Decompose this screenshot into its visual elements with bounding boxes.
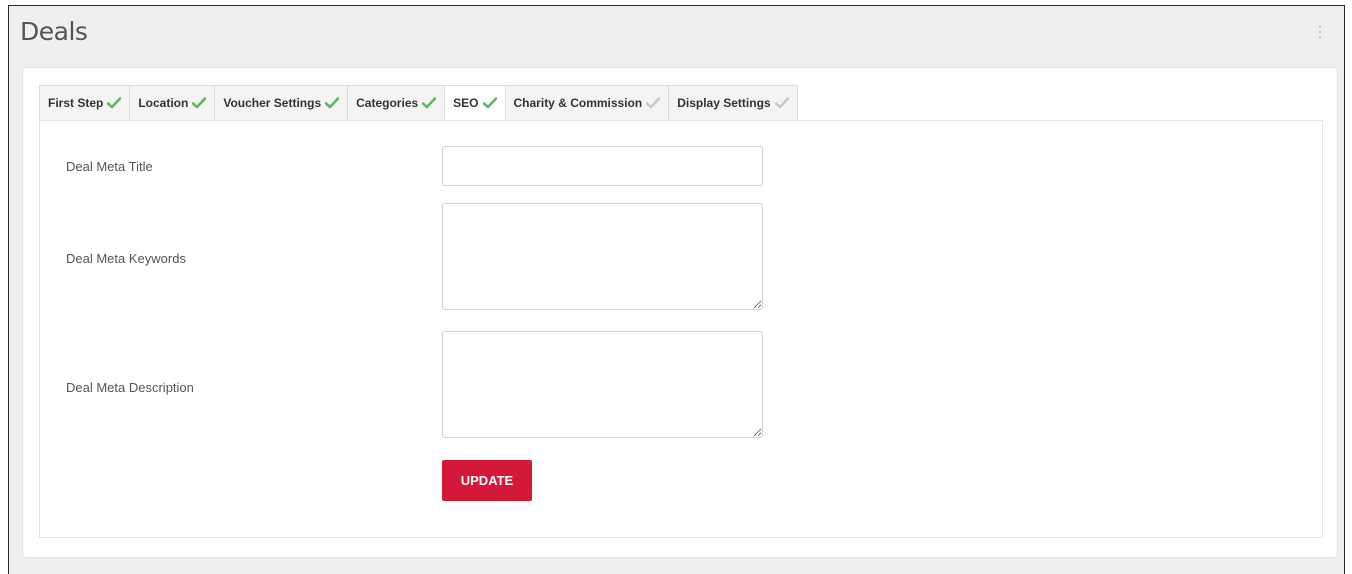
- tab-label: Location: [138, 96, 189, 110]
- check-icon: [107, 97, 122, 109]
- tab-label: First Step: [48, 96, 104, 110]
- meta-title-label: Deal Meta Title: [66, 159, 153, 174]
- more-options-icon[interactable]: [1317, 26, 1323, 42]
- meta-title-input[interactable]: [442, 146, 763, 186]
- tab-label: Charity & Commission: [513, 96, 643, 110]
- meta-description-textarea[interactable]: [442, 331, 763, 438]
- tab-bar: First Step Location Voucher Settings Cat…: [39, 85, 798, 121]
- tab-label: Display Settings: [677, 96, 771, 110]
- check-icon: [774, 97, 789, 109]
- tab-voucher-settings[interactable]: Voucher Settings: [214, 85, 348, 121]
- tab-display-settings[interactable]: Display Settings: [668, 85, 798, 121]
- meta-keywords-textarea[interactable]: [442, 203, 763, 310]
- tab-first-step[interactable]: First Step: [39, 85, 130, 121]
- tab-categories[interactable]: Categories: [347, 85, 445, 121]
- page-title: Deals: [20, 17, 88, 46]
- check-icon: [422, 97, 437, 109]
- tab-location[interactable]: Location: [129, 85, 215, 121]
- check-icon: [646, 97, 661, 109]
- tab-seo[interactable]: SEO: [444, 85, 505, 121]
- deal-editor-card: First Step Location Voucher Settings Cat…: [22, 67, 1338, 558]
- tab-label: Voucher Settings: [223, 96, 322, 110]
- check-icon: [482, 97, 497, 109]
- app-frame: Deals First Step Location Voucher Settin…: [8, 5, 1345, 574]
- check-icon: [192, 97, 207, 109]
- tab-label: Categories: [356, 96, 419, 110]
- tab-label: SEO: [453, 96, 479, 110]
- update-button[interactable]: UPDATE: [442, 460, 532, 501]
- meta-keywords-label: Deal Meta Keywords: [66, 251, 186, 266]
- check-icon: [325, 97, 340, 109]
- meta-description-label: Deal Meta Description: [66, 380, 194, 395]
- seo-tab-panel: Deal Meta Title Deal Meta Keywords Deal …: [39, 120, 1323, 538]
- tab-charity-commission[interactable]: Charity & Commission: [504, 85, 669, 121]
